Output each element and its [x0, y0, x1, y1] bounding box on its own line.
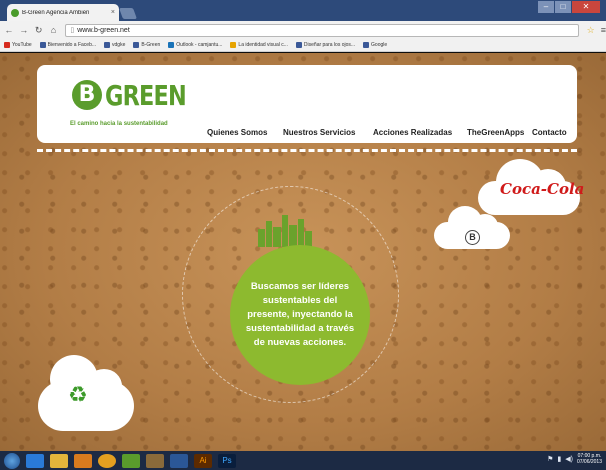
site-favicon-icon	[11, 8, 19, 17]
bookmark-item[interactable]: Outlook - camjantu...	[168, 42, 222, 48]
explorer-icon[interactable]	[50, 453, 68, 468]
bookmark-item[interactable]: Bienvenido a Faceb...	[39, 42, 97, 48]
dashed-divider	[37, 149, 577, 152]
app-icon[interactable]	[122, 453, 140, 468]
bookmark-label: La identidad visual c...	[238, 42, 288, 48]
tray-flag-icon[interactable]: ⚑	[547, 455, 553, 463]
home-icon[interactable]: ⌂	[48, 25, 60, 35]
recycle-icon[interactable]: ♻	[68, 383, 88, 408]
menu-icon[interactable]: ≡	[601, 25, 606, 35]
green-city-icon	[254, 213, 314, 247]
maximize-button[interactable]: □	[555, 1, 571, 13]
tray-volume-icon[interactable]: ◀)	[565, 455, 573, 463]
bookmark-label: Bienvenido a Faceb...	[47, 42, 97, 48]
mission-circle: Buscamos ser líderes sustentables del pr…	[230, 245, 370, 385]
browser-titlebar: B-Green Agencia Ambien × – □ ✕	[0, 0, 606, 21]
bookmark-item[interactable]: Google	[363, 42, 387, 48]
back-icon[interactable]: ←	[3, 25, 15, 35]
clock[interactable]: 07:00 p.m. 07/06/2013	[577, 453, 602, 465]
ie-icon[interactable]	[26, 453, 44, 468]
forward-icon[interactable]: →	[18, 25, 30, 35]
start-icon[interactable]	[4, 452, 20, 469]
bookmark-icon	[295, 42, 302, 48]
bookmark-icon	[363, 42, 370, 48]
bookmark-icon	[104, 42, 111, 48]
bookmark-icon	[168, 42, 175, 48]
bookmark-item[interactable]: YouTube	[4, 42, 32, 48]
bookmark-label: Outlook - camjantu...	[176, 42, 223, 48]
tagline: El camino hacia la sustentabilidad	[70, 121, 168, 127]
clock-date: 07/06/2013	[576, 459, 602, 465]
nav-nuestros-servicios[interactable]: Nuestros Servicios	[283, 128, 355, 137]
bookmark-icon	[39, 42, 46, 48]
tray-network-icon[interactable]: ▮	[557, 455, 561, 463]
chrome-icon[interactable]	[98, 453, 116, 468]
illustrator-icon[interactable]: Ai	[194, 453, 212, 468]
minimize-button[interactable]: –	[538, 1, 554, 13]
bookmark-star-icon[interactable]: ☆	[587, 25, 595, 36]
system-tray: ⚑ ▮ ◀) 07:00 p.m. 07/06/2013	[547, 453, 602, 465]
bookmark-item[interactable]: vdgke	[104, 42, 125, 48]
tab-close-icon[interactable]: ×	[111, 9, 115, 16]
screen: B-Green Agencia Ambien × – □ ✕ ← → ↻ ⌂ ▯…	[0, 0, 606, 470]
bookmark-label: vdgke	[112, 42, 126, 48]
page-icon: ▯	[70, 26, 75, 34]
nav-thegreenapps[interactable]: TheGreenApps	[467, 128, 524, 137]
tab-title: B-Green Agencia Ambien	[22, 9, 90, 16]
new-tab-button[interactable]	[118, 8, 138, 19]
media-icon[interactable]	[74, 453, 92, 468]
windows-taskbar: Ai Ps ⚑ ▮ ◀) 07:00 p.m. 07/06/2013	[0, 451, 606, 470]
nav-acciones-realizadas[interactable]: Acciones Realizadas	[373, 128, 452, 137]
site-header: B GREEN El camino hacia la sustentabilid…	[37, 65, 577, 143]
mission-text: Buscamos ser líderes sustentables del pr…	[245, 281, 355, 348]
word-icon[interactable]	[170, 453, 188, 468]
bookmark-label: YouTube	[12, 42, 32, 48]
bookmark-label: B-Green	[141, 42, 161, 48]
bookmark-item[interactable]: La identidad visual c...	[230, 42, 288, 48]
nav-quienes-somos[interactable]: Quienes Somos	[207, 128, 267, 137]
bookmarks-bar: YouTube Bienvenido a Faceb... vdgke B-Green…	[0, 39, 606, 52]
bookmark-icon	[230, 42, 237, 48]
photoshop-icon[interactable]: Ps	[218, 453, 236, 468]
logo-wordmark[interactable]: GREEN	[105, 79, 187, 112]
web-page: B GREEN El camino hacia la sustentabilid…	[0, 53, 606, 451]
folder-icon[interactable]	[146, 453, 164, 468]
bookmark-icon	[133, 42, 140, 48]
close-window-button[interactable]: ✕	[572, 1, 600, 13]
address-text: www.b-green.net	[77, 26, 130, 34]
logo-b-icon[interactable]: B	[72, 80, 102, 110]
nav-contacto[interactable]: Contacto	[532, 128, 567, 137]
address-bar[interactable]: ▯ www.b-green.net	[65, 23, 579, 37]
bookmark-icon	[4, 42, 10, 48]
bookmark-item[interactable]: Diseñar para los ojos...	[295, 42, 356, 48]
window-controls: – □ ✕	[538, 1, 600, 13]
bookmark-label: Diseñar para los ojos...	[303, 42, 356, 48]
browser-toolbar: ← → ↻ ⌂ ▯ www.b-green.net ☆ ≡	[0, 21, 606, 39]
coca-cola-logo[interactable]: Coca-Cola	[500, 180, 584, 198]
b-mark-icon[interactable]: B	[465, 230, 480, 245]
bookmark-label: Google	[371, 42, 388, 48]
reload-icon[interactable]: ↻	[33, 25, 45, 36]
bookmark-item[interactable]: B-Green	[133, 42, 160, 48]
browser-tab[interactable]: B-Green Agencia Ambien ×	[7, 4, 119, 21]
